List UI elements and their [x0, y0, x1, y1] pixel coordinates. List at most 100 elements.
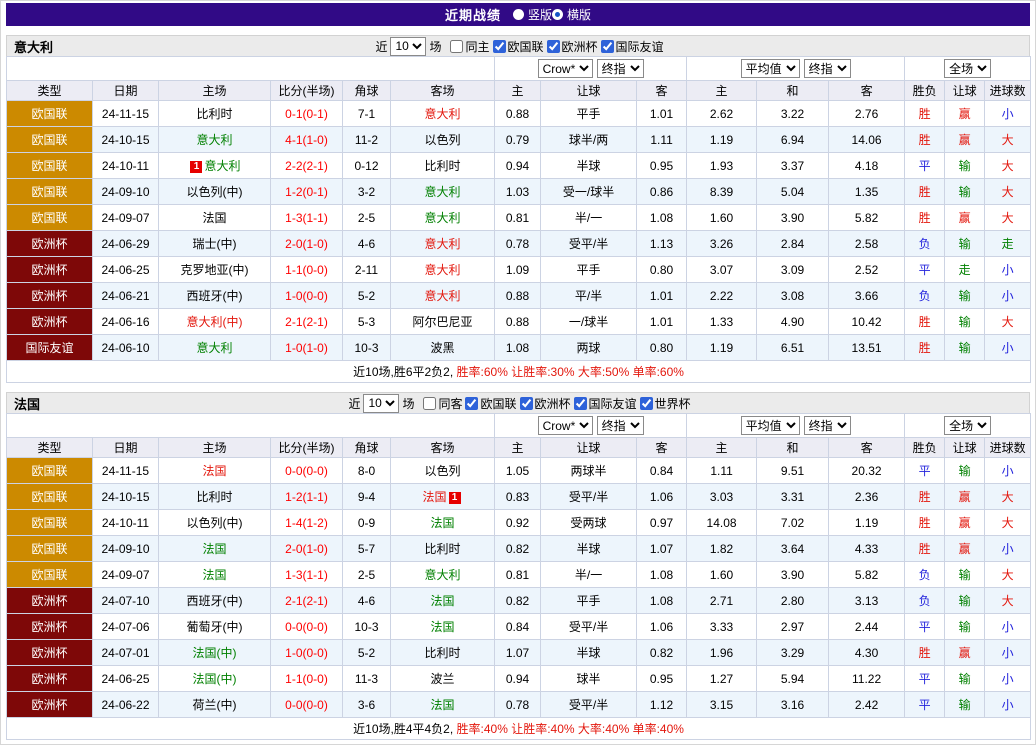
recent-count-select[interactable]: 10 [390, 37, 426, 56]
match-score[interactable]: 1-3(1-1) [271, 562, 343, 588]
league-filter-checkbox[interactable]: 欧洲杯 [520, 395, 571, 412]
result-handicap: 赢 [945, 484, 985, 510]
average-select[interactable]: 平均值 [741, 416, 800, 435]
result-goals: 小 [985, 692, 1031, 718]
team-link[interactable]: 意大利 [425, 263, 461, 277]
league-filter-input[interactable] [520, 397, 533, 410]
match-score[interactable]: 0-0(0-0) [271, 614, 343, 640]
match-score[interactable]: 2-1(2-1) [271, 588, 343, 614]
team-link[interactable]: 克罗地亚(中) [181, 263, 249, 277]
summary-cell: 近10场,胜6平2负2, 胜率:60% 让胜率:30% 大率:50% 单率:60… [7, 361, 1031, 383]
match-score[interactable]: 4-1(1-0) [271, 127, 343, 153]
team-link[interactable]: 意大利 [425, 289, 461, 303]
team-link[interactable]: 法国 [431, 698, 455, 712]
team-link[interactable]: 以色列 [425, 464, 461, 478]
match-score[interactable]: 2-0(1-0) [271, 231, 343, 257]
match-score[interactable]: 1-2(1-1) [271, 484, 343, 510]
match-score[interactable]: 1-1(0-0) [271, 666, 343, 692]
team-link[interactable]: 法国 [431, 516, 455, 530]
odds-stage-select[interactable]: 终指 [597, 416, 644, 435]
bookmaker-select[interactable]: Crow* [538, 416, 593, 435]
team-link[interactable]: 法国 [431, 620, 455, 634]
team-link[interactable]: 法国(中) [193, 672, 237, 686]
recent-label: 近 [348, 395, 360, 412]
team-link[interactable]: 法国 [202, 542, 226, 556]
avg-home: 1.11 [687, 458, 757, 484]
team-link[interactable]: 法国 [202, 211, 226, 225]
matches-label: 场 [429, 38, 441, 55]
league-filter-checkbox[interactable]: 国际友谊 [601, 38, 664, 55]
scope-select[interactable]: 全场 [944, 416, 991, 435]
avg-stage-select[interactable]: 终指 [804, 59, 851, 78]
match-score[interactable]: 1-2(0-1) [271, 179, 343, 205]
league-filter-checkbox[interactable]: 欧国联 [493, 38, 544, 55]
team-link[interactable]: 意大利 [425, 211, 461, 225]
match-score[interactable]: 1-4(1-2) [271, 510, 343, 536]
team-link[interactable]: 以色列(中) [187, 185, 243, 199]
league-filter-input[interactable] [547, 40, 560, 53]
avg-stage-select[interactable]: 终指 [804, 416, 851, 435]
team-link[interactable]: 西班牙(中) [187, 289, 243, 303]
match-score[interactable]: 0-0(0-0) [271, 692, 343, 718]
team-link[interactable]: 法国 [202, 568, 226, 582]
team-link[interactable]: 西班牙(中) [187, 594, 243, 608]
team-link[interactable]: 法国(中) [193, 646, 237, 660]
odds-stage-select[interactable]: 终指 [597, 59, 644, 78]
team-link[interactable]: 阿尔巴尼亚 [413, 315, 473, 329]
match-score[interactable]: 2-0(1-0) [271, 536, 343, 562]
same-venue-input[interactable] [450, 40, 463, 53]
team-link[interactable]: 荷兰(中) [193, 698, 237, 712]
match-score[interactable]: 1-1(0-0) [271, 257, 343, 283]
team-link[interactable]: 以色列(中) [187, 516, 243, 530]
match-score[interactable]: 0-0(0-0) [271, 458, 343, 484]
team-link[interactable]: 以色列 [425, 133, 461, 147]
team-link[interactable]: 波黑 [431, 341, 455, 355]
bookmaker-select[interactable]: Crow* [538, 59, 593, 78]
match-score[interactable]: 0-1(0-1) [271, 101, 343, 127]
team-link[interactable]: 比利时 [425, 159, 461, 173]
match-score[interactable]: 2-2(2-1) [271, 153, 343, 179]
league-filter-checkbox[interactable]: 国际友谊 [574, 395, 637, 412]
team-link[interactable]: 比利时 [196, 107, 232, 121]
result-goals: 小 [985, 666, 1031, 692]
same-venue-checkbox[interactable]: 同客 [423, 395, 462, 412]
recent-count-select[interactable]: 10 [363, 394, 399, 413]
match-score[interactable]: 1-0(1-0) [271, 335, 343, 361]
team-link[interactable]: 意大利 [196, 341, 232, 355]
team-link[interactable]: 意大利 [425, 568, 461, 582]
team-link[interactable]: 比利时 [196, 490, 232, 504]
league-filter-input[interactable] [640, 397, 653, 410]
league-filter-checkbox[interactable]: 世界杯 [640, 395, 691, 412]
league-filter-input[interactable] [601, 40, 614, 53]
odds-handicap: 半球 [541, 640, 637, 666]
average-select[interactable]: 平均值 [741, 59, 800, 78]
team-link[interactable]: 意大利 [425, 107, 461, 121]
scope-select[interactable]: 全场 [944, 59, 991, 78]
match-score[interactable]: 2-1(2-1) [271, 309, 343, 335]
match-score[interactable]: 1-0(0-0) [271, 640, 343, 666]
match-score[interactable]: 1-0(0-0) [271, 283, 343, 309]
league-filter-input[interactable] [574, 397, 587, 410]
same-venue-checkbox[interactable]: 同主 [450, 38, 489, 55]
team-link[interactable]: 法国 [202, 464, 226, 478]
team-link[interactable]: 瑞士(中) [193, 237, 237, 251]
team-link[interactable]: 意大利 [425, 237, 461, 251]
horizontal-layout-radio[interactable]: 横版 [552, 6, 591, 23]
team-link[interactable]: 葡萄牙(中) [187, 620, 243, 634]
team-link[interactable]: 意大利 [196, 133, 232, 147]
team-link[interactable]: 法国 [423, 490, 447, 504]
team-link[interactable]: 法国 [431, 594, 455, 608]
team-link[interactable]: 比利时 [425, 542, 461, 556]
team-link[interactable]: 波兰 [431, 672, 455, 686]
league-filter-input[interactable] [465, 397, 478, 410]
match-score[interactable]: 1-3(1-1) [271, 205, 343, 231]
team-link[interactable]: 意大利 [425, 185, 461, 199]
team-link[interactable]: 比利时 [425, 646, 461, 660]
league-filter-checkbox[interactable]: 欧洲杯 [547, 38, 598, 55]
vertical-layout-radio[interactable]: 竖版 [513, 6, 552, 23]
team-link[interactable]: 意大利(中) [187, 315, 243, 329]
team-link[interactable]: 意大利 [204, 159, 240, 173]
league-filter-input[interactable] [493, 40, 506, 53]
same-venue-input[interactable] [423, 397, 436, 410]
league-filter-checkbox[interactable]: 欧国联 [465, 395, 516, 412]
